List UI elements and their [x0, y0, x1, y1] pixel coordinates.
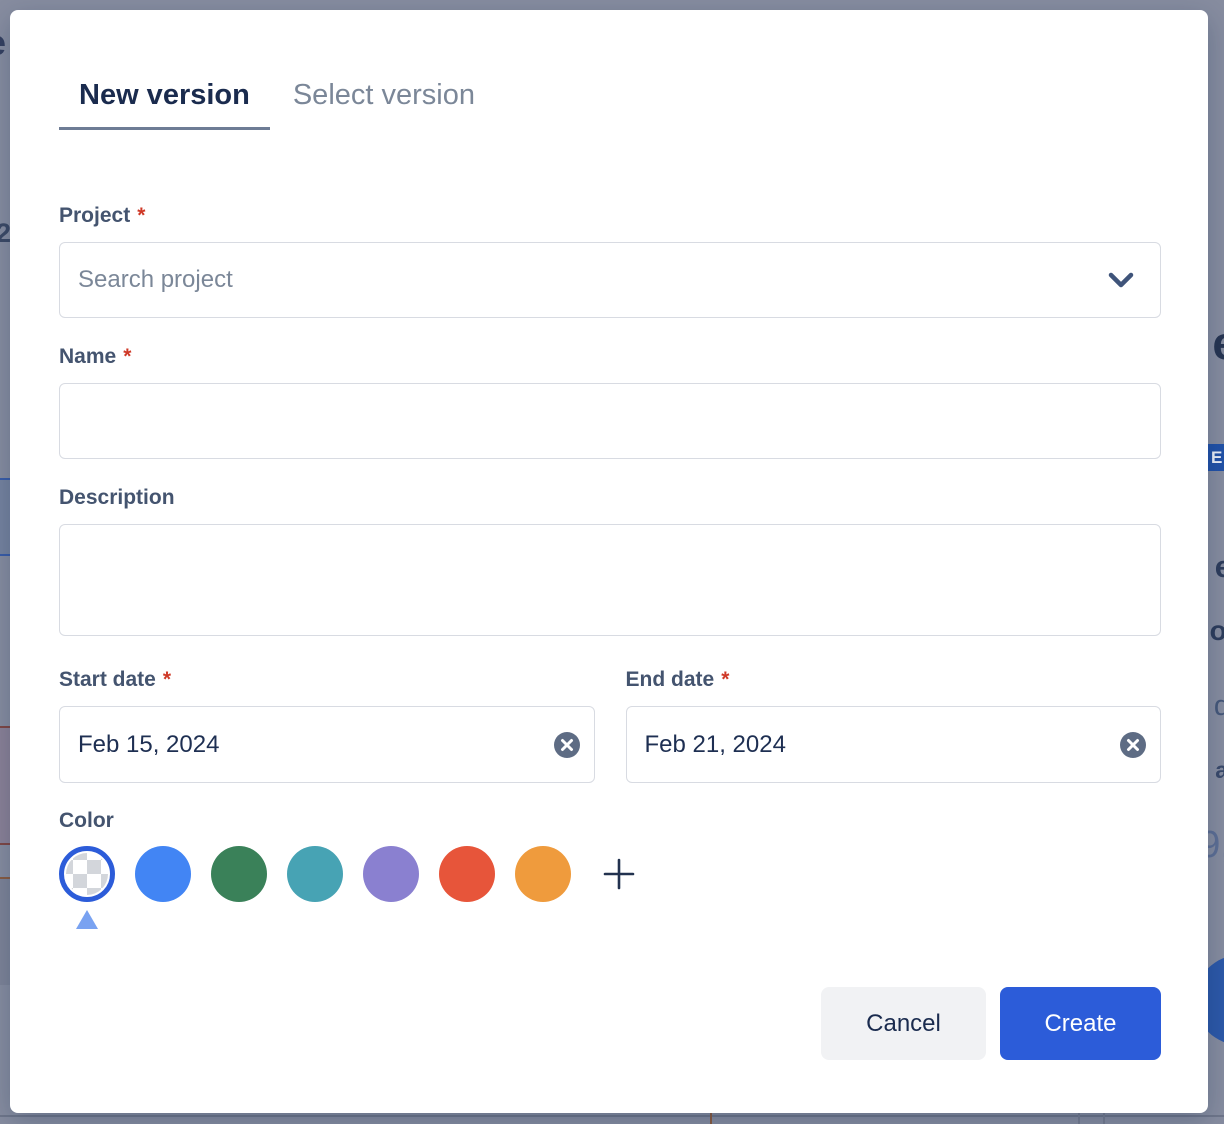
- bg-timeline-row-blue: [0, 478, 10, 556]
- date-row: Start date * End date *: [59, 668, 1161, 783]
- bg-grid-line: [1078, 1113, 1080, 1124]
- required-asterisk: *: [123, 345, 131, 369]
- required-asterisk: *: [163, 668, 171, 692]
- plus-icon: [602, 857, 636, 891]
- name-label-text: Name: [59, 345, 116, 369]
- project-label-text: Project: [59, 204, 130, 228]
- required-asterisk: *: [137, 204, 145, 228]
- cancel-button[interactable]: Cancel: [821, 987, 986, 1060]
- bg-fragment-text: d: [1214, 690, 1224, 723]
- description-label-text: Description: [59, 486, 175, 510]
- circle-x-icon: [554, 746, 580, 761]
- circle-x-icon: [1120, 746, 1146, 761]
- color-label: Color: [59, 809, 1161, 833]
- color-label-text: Color: [59, 809, 114, 833]
- start-date-field: Start date *: [59, 668, 595, 783]
- bg-divider-line: [0, 1115, 1224, 1117]
- selected-color-indicator: [76, 910, 98, 929]
- end-date-label-text: End date: [626, 668, 715, 692]
- name-input[interactable]: [59, 383, 1161, 459]
- bg-fragment-text: e: [0, 22, 6, 64]
- bg-fragment-text: e: [1215, 549, 1224, 585]
- color-swatch-transparent[interactable]: [59, 846, 115, 902]
- end-date-clear-button[interactable]: [1120, 732, 1146, 758]
- color-swatch-red[interactable]: [439, 846, 495, 902]
- name-label: Name *: [59, 345, 1161, 369]
- modal-tabs: New version Select version: [59, 10, 1161, 130]
- bg-fragment-text: ot: [1210, 615, 1224, 647]
- name-field: Name *: [59, 345, 1161, 459]
- start-date-label-text: Start date: [59, 668, 156, 692]
- project-label: Project *: [59, 204, 1161, 228]
- color-swatch-purple[interactable]: [363, 846, 419, 902]
- end-date-input[interactable]: [626, 706, 1162, 783]
- create-button[interactable]: Create: [1000, 987, 1161, 1060]
- project-select-placeholder: Search project: [78, 266, 233, 294]
- start-date-input[interactable]: [59, 706, 595, 783]
- modal-actions: Cancel Create: [59, 987, 1161, 1060]
- bg-timeline-row-red: [0, 726, 10, 845]
- start-date-clear-button[interactable]: [554, 732, 580, 758]
- new-version-modal: New version Select version Project * Sea…: [10, 10, 1208, 1113]
- bg-fragment-badge: E: [1208, 444, 1224, 471]
- end-date-field: End date *: [626, 668, 1162, 783]
- chevron-down-icon: [1108, 272, 1134, 289]
- color-field: Color: [59, 809, 1161, 902]
- description-input[interactable]: [59, 524, 1161, 636]
- tab-select-version[interactable]: Select version: [293, 79, 475, 130]
- add-color-button[interactable]: [591, 846, 647, 902]
- bg-timeline-row-dark: [0, 879, 10, 985]
- color-swatch-green[interactable]: [211, 846, 267, 902]
- bg-fragment-text: e: [1212, 316, 1224, 370]
- required-asterisk: *: [721, 668, 729, 692]
- color-swatch-teal[interactable]: [287, 846, 343, 902]
- end-date-label: End date *: [626, 668, 1162, 692]
- project-select[interactable]: Search project: [59, 242, 1161, 318]
- project-field: Project * Search project: [59, 204, 1161, 318]
- description-field: Description: [59, 486, 1161, 641]
- color-swatch-blue[interactable]: [135, 846, 191, 902]
- color-swatch-orange[interactable]: [515, 846, 571, 902]
- bg-grid-line: [1103, 1113, 1105, 1124]
- bg-fragment-text: a: [1215, 757, 1224, 784]
- color-swatch-row: [59, 846, 1161, 902]
- tab-new-version[interactable]: New version: [59, 79, 270, 130]
- start-date-label: Start date *: [59, 668, 595, 692]
- bg-grid-line: [710, 1113, 712, 1124]
- transparent-checker-pattern: [66, 853, 108, 895]
- description-label: Description: [59, 486, 1161, 510]
